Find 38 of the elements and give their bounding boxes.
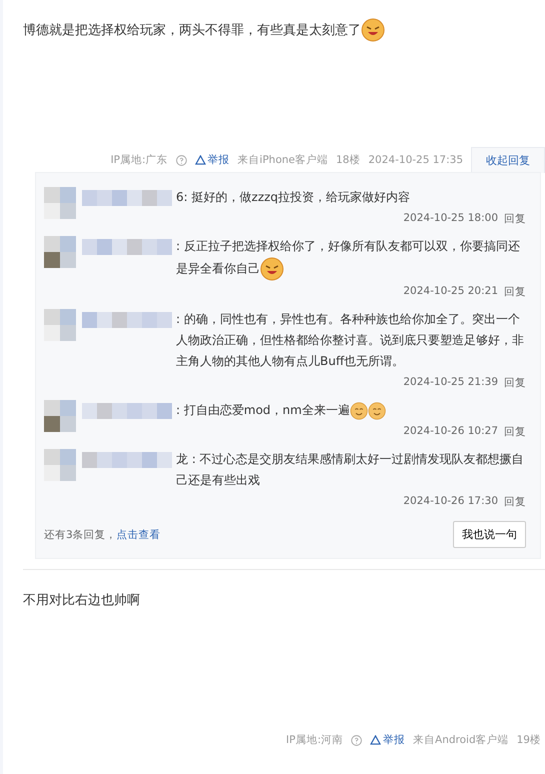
emoji-icon [260, 257, 284, 281]
reply-text: 龙 : 不过心态是交朋友结果感情刷太好一过剧情发现队友都想撅自己还是有些出戏 [176, 451, 525, 489]
floor-number: 18楼 [336, 153, 360, 167]
warning-icon [370, 735, 382, 745]
ip-location: IP属地:河南 [286, 733, 344, 747]
collapse-replies-tab[interactable]: 收起回复 [471, 147, 545, 173]
reply-text: 6: 挺好的，做zzzq拉投资，给玩家做好内容 [176, 189, 410, 206]
report-link[interactable]: 举报 [208, 153, 230, 167]
reply-time: 2024-10-25 20:21 [403, 285, 498, 299]
floor-number: 19楼 [516, 733, 541, 747]
reply-text: : 的确，同性也有，异性也有。各种种族也给你加全了。突出一个人物政治正确，但性格都给你整讨喜。说到底只要塑造足够好，非主角人物的其他人物有点儿Buff也无所谓。 [176, 311, 525, 370]
post-time: 2024-10-25 17:35 [368, 154, 463, 166]
reply-text: : 反正拉子把选择权给你了，好像所有队友都可以双，你要搞同还是异全看你自己 [176, 236, 526, 281]
more-replies-text: 还有3条回复， [44, 528, 117, 540]
emoji-icon [361, 18, 385, 42]
reply-link[interactable]: 回复 [504, 212, 526, 226]
reply-link[interactable]: 回复 [504, 495, 526, 509]
reply-time: 2024-10-25 18:00 [403, 212, 498, 226]
post-text: 不用对比右边也帅啊 [23, 592, 141, 610]
emoji-icon [368, 402, 386, 420]
reply-time: 2024-10-26 10:27 [403, 425, 498, 439]
reply-button[interactable]: 我也说一句 [453, 521, 526, 548]
report-link[interactable]: 举报 [383, 733, 406, 747]
view-more-link[interactable]: 点击查看 [116, 528, 161, 540]
client-source: 来自iPhone客户端 [238, 153, 328, 167]
emoji-icon [350, 402, 368, 420]
ip-location: IP属地:广东 [110, 153, 168, 167]
reply-time: 2024-10-25 21:39 [403, 376, 498, 390]
help-icon [176, 154, 187, 166]
post-text: 博德就是把选择权给玩家，两头不得罪，有些真是太刻意了 [23, 18, 545, 148]
reply-text: : 打自由恋爱mod，nm全来一遍 [176, 400, 386, 421]
reply-link[interactable]: 回复 [504, 425, 526, 439]
help-icon [351, 734, 362, 746]
reply-link[interactable]: 回复 [504, 376, 526, 390]
client-source: 来自Android客户端 [413, 733, 509, 747]
reply-link[interactable]: 回复 [504, 285, 526, 299]
warning-icon [194, 155, 206, 165]
reply-time: 2024-10-26 17:30 [403, 495, 498, 509]
